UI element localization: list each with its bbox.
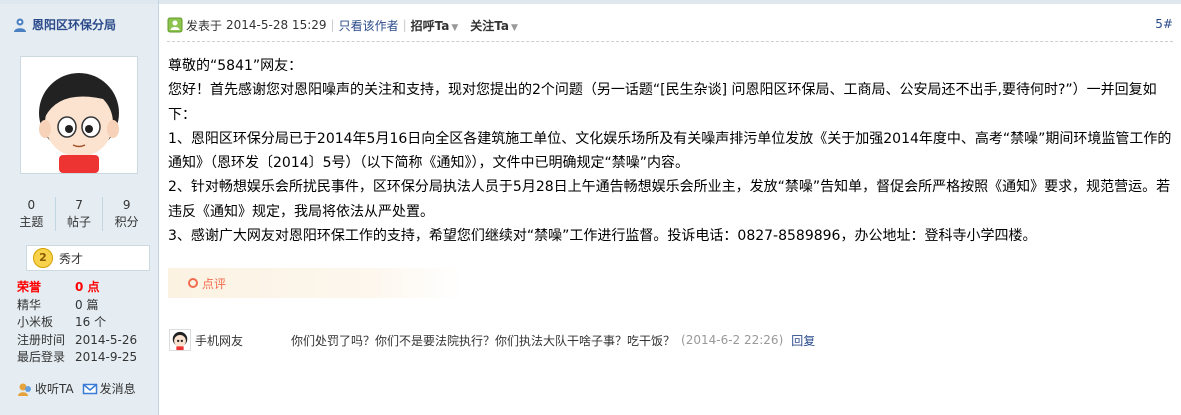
stat-points-label: 积分: [114, 215, 139, 229]
online-status-icon: [167, 17, 183, 33]
author-name: 恩阳区环保分局: [32, 18, 117, 32]
stat-points[interactable]: 9 积分: [103, 197, 150, 231]
stat-posts[interactable]: 7 帖子: [56, 197, 104, 231]
caret-down-icon: ▼: [511, 22, 518, 33]
rank-title: 秀才: [59, 251, 84, 266]
stat-threads-label: 主题: [19, 215, 44, 229]
post-paragraph: 尊敬的“5841”网友：: [168, 58, 303, 74]
caret-down-icon: ▼: [451, 22, 459, 33]
envelope-icon: [82, 383, 97, 394]
info-value-register: 2014-5-26: [75, 332, 138, 347]
post-paragraph: 您好！首先感谢您对恩阳噪声的关注和支持，现对您提出的2个问题（另一话题“[民生杂…: [168, 82, 1157, 123]
user-stats: 0 主题 7 帖子 9 积分: [8, 197, 150, 231]
info-row-honor: 荣誉 0 点: [17, 279, 152, 297]
user-actions: 收听TA 发消息: [17, 380, 136, 397]
rank-badge-icon: 2: [33, 248, 53, 268]
user-rank: 2 秀才: [26, 245, 150, 271]
stat-threads[interactable]: 0 主题: [8, 197, 56, 231]
main-top-border: [159, 0, 1181, 4]
sidebar-top-border: [0, 0, 158, 4]
author-sidebar: 恩阳区环保分局 0 主题 7 帖子 9 积分 2 秀才 荣誉 0 点 精华 0 …: [0, 0, 159, 415]
commenter-avatar[interactable]: [169, 329, 191, 351]
user-info: 荣誉 0 点 精华 0 篇 小米板 16 个 注册时间 2014-5-26 最后…: [17, 279, 152, 367]
commenter-name[interactable]: 手机网友: [195, 332, 291, 349]
post-info-bar: 发表于 2014-5-28 15:29 | 只看该作者 | 招呼Ta ▼ 关注Ta…: [167, 15, 1181, 35]
comment-text: 你们处罚了吗？你们不是要法院执行？你们执法大队干啥子事？吃干饭？: [291, 333, 676, 348]
info-key-xiaomiban: 小米板: [17, 315, 54, 329]
stat-posts-count: 7: [75, 198, 83, 212]
greet-dropdown[interactable]: 招呼Ta ▼: [411, 17, 459, 34]
post-main: 发表于 2014-5-28 15:29 | 只看该作者 | 招呼Ta ▼ 关注Ta…: [159, 0, 1181, 415]
avatar[interactable]: [20, 56, 138, 174]
author-name-link[interactable]: 恩阳区环保分局: [12, 16, 116, 33]
send-message-button[interactable]: 发消息: [82, 380, 136, 397]
user-icon: [14, 18, 26, 32]
separator: |: [402, 18, 407, 32]
stat-posts-label: 帖子: [67, 215, 92, 229]
posted-prefix: 发表于: [186, 18, 223, 33]
post-paragraph: 1、恩阳区环保分局已于2014年5月16日向全区各建筑施工单位、文化娱乐场所及有…: [168, 130, 1172, 172]
follow-label: 收听TA: [35, 382, 74, 396]
info-key-register: 注册时间: [17, 332, 66, 347]
info-row-register: 注册时间 2014-5-26: [17, 332, 152, 350]
info-value-xiaomiban: 16 个: [75, 315, 107, 329]
comment-circle-icon: [188, 278, 198, 288]
info-key-honor: 荣誉: [17, 280, 42, 294]
post-date: 2014-5-28 15:29: [226, 18, 327, 32]
post-paragraph: 3、感谢广大网友对恩阳环保工作的支持，希望您们继续对“禁噪”工作进行监督。投诉电…: [168, 228, 1037, 245]
stat-threads-count: 0: [27, 198, 36, 212]
only-author-link[interactable]: 只看该作者: [339, 17, 399, 34]
info-row-lastlogin: 最后登录 2014-9-25: [17, 349, 152, 367]
info-value-digest[interactable]: 0 篇: [75, 297, 98, 315]
post-divider: [167, 41, 1173, 42]
post-content: 尊敬的“5841”网友： 您好！首先感谢您对恩阳噪声的关注和支持，现对您提出的2…: [168, 54, 1173, 248]
post-paragraph: 2、针对畅想娱乐会所扰民事件，区环保分局执法人员于5月28日上午通告畅想娱乐会所…: [168, 179, 1171, 220]
comment-label: 点评: [202, 276, 227, 291]
follow-ta-dropdown[interactable]: 关注Ta ▼: [470, 17, 518, 34]
listen-icon: [18, 383, 31, 396]
floor-number[interactable]: 5#: [1155, 17, 1173, 31]
greet-label: 招呼Ta: [410, 18, 450, 33]
separator: |: [330, 18, 335, 32]
reply-link[interactable]: 回复: [791, 332, 815, 349]
info-key-digest: 精华: [17, 297, 42, 312]
comment-time: (2014-6-2 22:26): [681, 333, 784, 347]
send-message-label: 发消息: [99, 382, 136, 396]
avatar-image: [21, 57, 137, 173]
follow-ta-label: 关注Ta: [470, 18, 510, 33]
stat-points-count: 9: [122, 198, 131, 212]
comment-button[interactable]: 点评: [168, 268, 463, 298]
info-row-xiaomiban: 小米板 16 个: [17, 314, 152, 332]
info-row-digest: 精华 0 篇: [17, 297, 152, 315]
info-value-lastlogin: 2014-9-25: [75, 350, 138, 364]
info-value-honor: 0 点: [75, 280, 100, 294]
follow-button[interactable]: 收听TA: [17, 380, 74, 397]
info-key-lastlogin: 最后登录: [17, 350, 66, 364]
comment-item: 手机网友 你们处罚了吗？你们不是要法院执行？你们执法大队干啥子事？吃干饭？ (2…: [169, 329, 1169, 351]
